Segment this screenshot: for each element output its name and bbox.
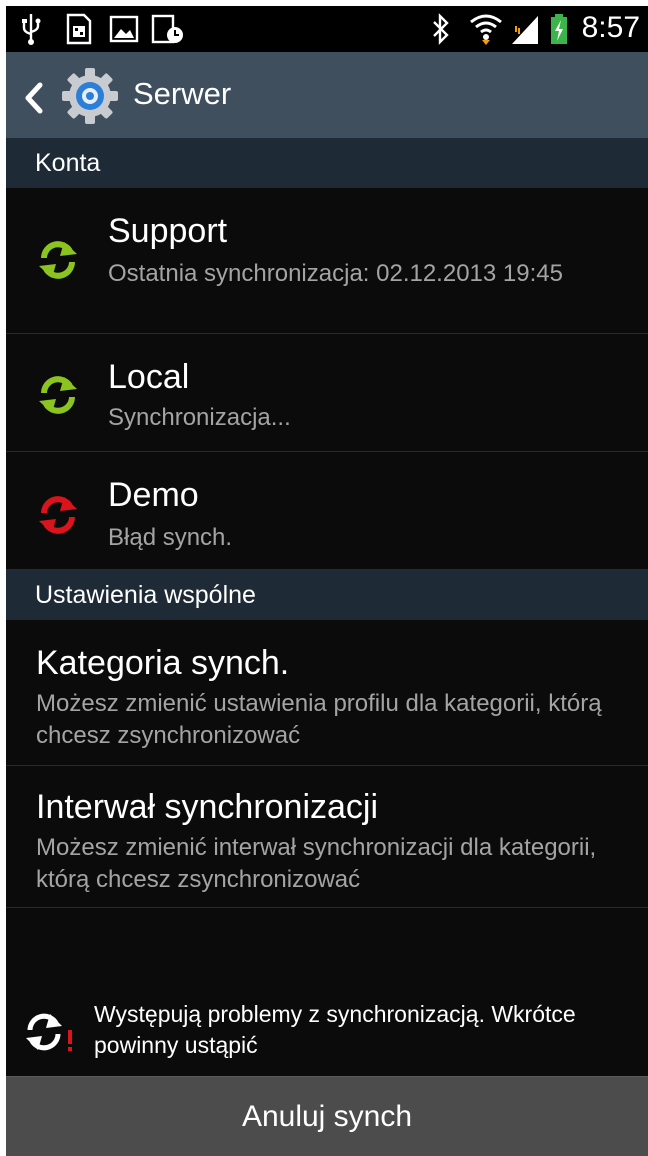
screenshot-icon [151,14,183,44]
sync-warning-icon [26,1013,72,1051]
sync-warning-message: Występują problemy z synchronizacją. Wkr… [94,1001,576,1058]
wifi-icon [470,14,502,45]
account-item-local[interactable]: Local Synchronizacja... [6,334,648,452]
account-subtitle: Synchronizacja... [108,404,291,431]
setting-title: Interwał synchronizacji [36,788,379,826]
sync-ok-icon [39,241,77,279]
screen: 8:57 Serwer Konta Support Ostatnia synch… [6,6,648,1156]
setting-item-sync-interval[interactable]: Interwał synchronizacji Możesz zmienić i… [6,766,648,908]
chevron-left-icon[interactable] [22,82,44,114]
setting-subtitle: Możesz zmienić ustawienia profilu dla ka… [36,690,602,749]
account-title: Demo [108,476,199,514]
image-icon [109,15,139,43]
page-title[interactable]: Serwer [133,74,231,114]
account-title: Support [108,212,228,250]
section-header-accounts: Konta [6,138,648,188]
action-bar: Serwer [6,52,648,138]
sim-icon [66,13,92,45]
account-item-demo[interactable]: Demo Błąd synch. [6,452,648,570]
clock: 8:57 [581,11,640,44]
sync-error-icon [39,496,77,534]
setting-item-sync-category[interactable]: Kategoria synch. Możesz zmienić ustawien… [6,620,648,766]
account-subtitle: Błąd synch. [108,524,233,551]
gear-icon[interactable] [60,66,120,126]
signal-icon [512,16,538,44]
setting-subtitle: Możesz zmienić interwał synchronizacji d… [36,834,597,893]
usb-icon [22,14,41,45]
sync-ok-icon [39,376,77,414]
account-title: Local [108,358,190,396]
cancel-sync-button[interactable]: Anuluj synch [6,1076,648,1156]
setting-title: Kategoria synch. [36,644,290,682]
bluetooth-icon [433,13,449,45]
account-subtitle: Ostatnia synchronizacja: 02.12.2013 19:4… [108,260,563,287]
status-bar: 8:57 [6,6,648,52]
section-header-common-settings: Ustawienia wspólne [6,570,648,620]
battery-charging-icon [551,14,567,44]
account-item-support[interactable]: Support Ostatnia synchronizacja: 02.12.2… [6,188,648,334]
